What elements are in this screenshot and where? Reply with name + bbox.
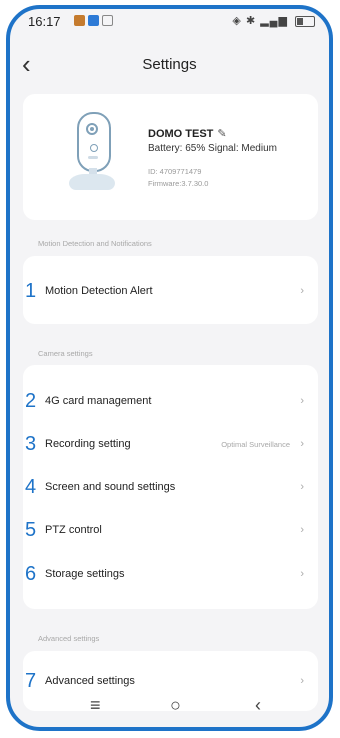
phone-frame: 16:17 ◈ ✱ ▂▄▆ ‹ Settings DOMO TEST ✎ Bat… <box>6 5 333 731</box>
row-number: 6 <box>25 563 37 585</box>
bluetooth-icon: ✱ <box>245 15 257 27</box>
section-label-motion: Motion Detection and Notifications <box>38 239 152 248</box>
camera-image <box>69 112 117 200</box>
row-label: Recording setting <box>45 438 131 450</box>
row-ptz-control[interactable]: 5 PTZ control › <box>23 506 318 548</box>
device-firmware: Firmware:3.7.30.0 <box>148 179 209 188</box>
chevron-right-icon: › <box>300 675 304 687</box>
status-time: 16:17 <box>28 14 61 29</box>
signal-value: Medium <box>241 143 277 154</box>
section-label-advanced: Advanced settings <box>38 634 100 643</box>
menu-icon[interactable]: ≡ <box>90 695 101 716</box>
row-label: Storage settings <box>45 568 125 580</box>
notification-app-icon <box>74 15 85 26</box>
status-bar: 16:17 ◈ ✱ ▂▄▆ <box>10 9 329 37</box>
battery-label: Battery: <box>148 143 183 154</box>
notification-app-icon <box>88 15 99 26</box>
notification-icons <box>74 15 113 26</box>
row-number: 5 <box>25 519 37 541</box>
motion-card: 1 Motion Detection Alert › <box>23 256 318 324</box>
row-4g-card-management[interactable]: 2 4G card management › <box>23 377 318 419</box>
back-nav-icon[interactable]: ‹ <box>255 695 261 716</box>
chevron-right-icon: › <box>300 568 304 580</box>
chevron-right-icon: › <box>300 524 304 536</box>
device-card: DOMO TEST ✎ Battery: 65% Signal: Medium I… <box>23 94 318 220</box>
device-name-text: DOMO TEST <box>148 128 214 140</box>
system-icons: ◈ ✱ ▂▄▆ <box>232 14 315 27</box>
row-recording-setting[interactable]: 3 Recording setting Optimal Surveillance… <box>23 420 318 462</box>
signal-icon: ▂▄▆ <box>260 15 288 27</box>
chevron-right-icon: › <box>300 395 304 407</box>
page-title: Settings <box>142 56 197 73</box>
row-number: 1 <box>25 280 37 302</box>
row-number: 2 <box>25 390 37 412</box>
system-nav-bar: ≡ ○ ‹ <box>10 687 329 727</box>
home-icon[interactable]: ○ <box>170 695 181 716</box>
vibrate-icon: ◈ <box>232 15 242 27</box>
row-screen-sound-settings[interactable]: 4 Screen and sound settings › <box>23 463 318 505</box>
battery-icon <box>295 15 315 27</box>
chevron-right-icon: › <box>300 481 304 493</box>
device-id: ID: 4709771479 <box>148 167 202 176</box>
message-icon <box>102 15 113 26</box>
device-status: Battery: 65% Signal: Medium <box>148 143 277 154</box>
row-label: Motion Detection Alert <box>45 285 153 297</box>
camera-settings-card: 2 4G card management › 3 Recording setti… <box>23 365 318 609</box>
chevron-right-icon: › <box>300 285 304 297</box>
header: ‹ Settings <box>10 45 329 85</box>
row-storage-settings[interactable]: 6 Storage settings › <box>23 550 318 592</box>
row-label: 4G card management <box>45 395 152 407</box>
section-label-camera: Camera settings <box>38 349 93 358</box>
row-motion-detection-alert[interactable]: 1 Motion Detection Alert › <box>23 269 318 311</box>
device-name: DOMO TEST ✎ <box>148 127 227 140</box>
row-number: 4 <box>25 476 37 498</box>
row-number: 3 <box>25 433 37 455</box>
signal-label: Signal: <box>208 143 239 154</box>
battery-value: 65% <box>185 143 206 154</box>
row-label: PTZ control <box>45 524 102 536</box>
edit-icon[interactable]: ✎ <box>217 127 226 140</box>
row-label: Screen and sound settings <box>45 481 176 493</box>
row-value: Optimal Surveillance <box>221 440 290 449</box>
chevron-right-icon: › <box>300 438 304 450</box>
row-label: Advanced settings <box>45 675 135 687</box>
